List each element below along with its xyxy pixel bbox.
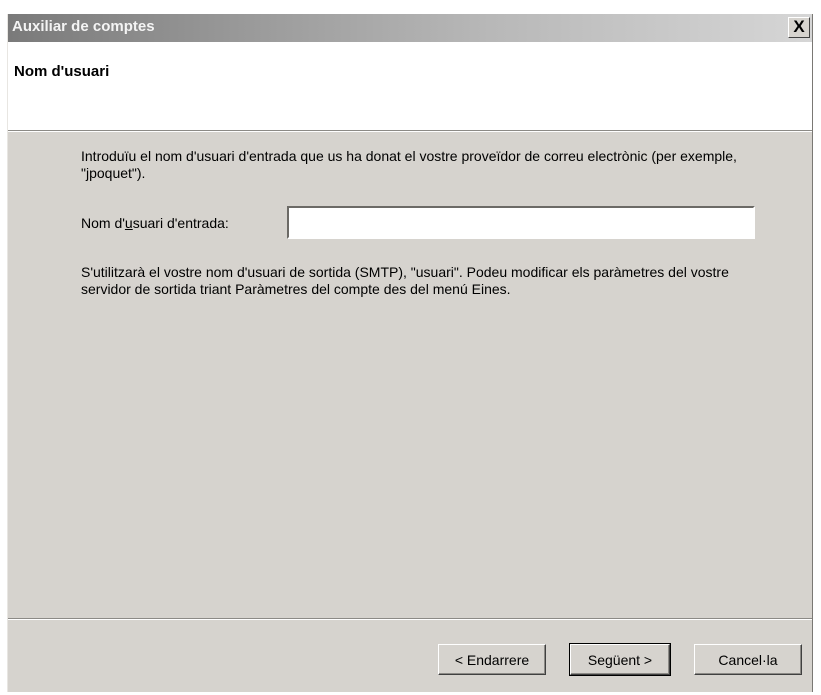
- smtp-info-text: S'utilitzarà el vostre nom d'usuari de s…: [81, 264, 729, 297]
- username-input[interactable]: [287, 206, 755, 239]
- account-wizard-dialog: Auxiliar de comptes X Nom d'usuari Intro…: [7, 14, 813, 692]
- next-button[interactable]: Següent >: [569, 643, 671, 676]
- cancel-button[interactable]: Cancel·la: [694, 644, 802, 675]
- label-access-key: u: [124, 215, 133, 231]
- page-title: Nom d'usuari: [14, 63, 110, 80]
- label-suffix: suari d'entrada:: [132, 215, 229, 231]
- back-button[interactable]: < Endarrere: [438, 644, 546, 675]
- intro-text: Introduïu el nom d'usuari d'entrada que …: [81, 148, 737, 181]
- header-divider: [8, 130, 812, 132]
- label-prefix: Nom d': [81, 215, 125, 231]
- close-icon[interactable]: X: [788, 17, 810, 38]
- wizard-header: Nom d'usuari: [8, 42, 812, 130]
- window-title: Auxiliar de comptes: [12, 18, 155, 35]
- title-bar[interactable]: Auxiliar de comptes X: [8, 14, 812, 42]
- username-field-label: Nom d'usuari d'entrada:: [81, 215, 229, 231]
- footer-divider: [8, 618, 812, 620]
